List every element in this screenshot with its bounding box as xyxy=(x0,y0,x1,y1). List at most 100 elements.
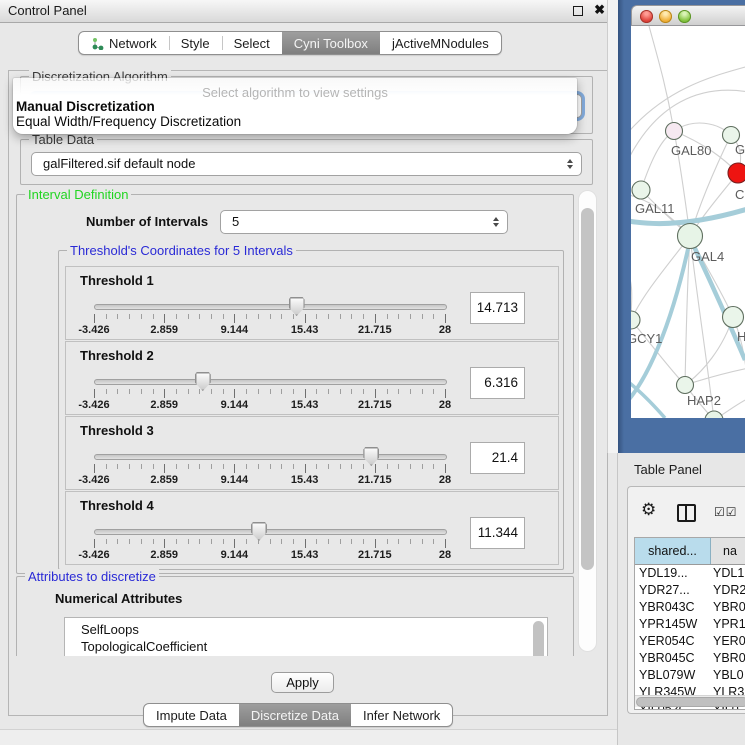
network-node-gcy1[interactable] xyxy=(631,311,640,329)
table-row[interactable]: YDR27...YDR2 xyxy=(635,582,745,599)
gear-icon[interactable]: ⚙ xyxy=(641,500,656,520)
table-row[interactable]: YDL19...YDL1 xyxy=(635,565,745,582)
threshold-3-value-field[interactable]: 21.4 xyxy=(470,442,525,474)
cell-name[interactable]: YBR0 xyxy=(711,650,745,667)
tick-mark xyxy=(234,464,235,473)
tab-cyni-toolbox[interactable]: Cyni Toolbox xyxy=(282,32,380,54)
network-node-gal11[interactable] xyxy=(632,181,650,199)
network-node-hap2[interactable] xyxy=(677,377,694,394)
tick-mark xyxy=(153,539,154,544)
cell-shared-name[interactable]: YBL079W xyxy=(635,667,711,684)
attribute-item-selfloops[interactable]: SelfLoops xyxy=(65,618,547,638)
tab-select[interactable]: Select xyxy=(222,32,282,54)
tab-impute-data[interactable]: Impute Data xyxy=(144,704,239,726)
table-row[interactable]: YBR045CYBR0 xyxy=(635,650,745,667)
apply-button[interactable]: Apply xyxy=(271,672,334,693)
network-node-gal4[interactable] xyxy=(678,224,703,249)
cell-name[interactable]: YER0 xyxy=(711,633,745,650)
threshold-1-slider-track[interactable] xyxy=(94,304,447,310)
tab-style[interactable]: Style xyxy=(169,32,222,54)
cell-name[interactable]: YPR1 xyxy=(711,616,745,633)
threshold-2-slider-track[interactable] xyxy=(94,379,447,385)
cell-name[interactable]: YBR0 xyxy=(711,599,745,616)
minimize-traffic-light-icon[interactable] xyxy=(659,10,672,23)
horizontal-scrollbar-track[interactable] xyxy=(635,695,745,707)
table-row[interactable]: YBR043CYBR0 xyxy=(635,599,745,616)
threshold-2-value-field[interactable]: 6.316 xyxy=(470,367,525,399)
cell-shared-name[interactable]: YER054C xyxy=(635,633,711,650)
network-canvas[interactable]: GAL80GACGAL11GAL4GCY1HHAP2 xyxy=(631,26,745,418)
network-node-gal80[interactable] xyxy=(666,123,683,140)
tick-mark xyxy=(281,389,282,394)
list-scrollbar-thumb[interactable] xyxy=(533,621,544,656)
tick-label: 15.43 xyxy=(291,324,319,336)
window-title: Control Panel xyxy=(8,3,87,18)
tick-mark xyxy=(316,389,317,394)
node-label-h: H xyxy=(737,329,745,344)
threshold-4-slider-track[interactable] xyxy=(94,529,447,535)
number-of-intervals-combobox[interactable]: 5 xyxy=(220,210,508,234)
tick-mark xyxy=(363,389,364,394)
column-header-shared[interactable]: shared... xyxy=(635,538,711,564)
cell-shared-name[interactable]: YBR045C xyxy=(635,650,711,667)
select-columns-icon[interactable]: ☑☑ xyxy=(714,505,738,519)
threshold-3-slider-track[interactable] xyxy=(94,454,447,460)
cell-name[interactable]: YDL1 xyxy=(711,565,745,582)
tick-mark xyxy=(258,464,259,469)
tick-mark xyxy=(398,539,399,544)
tab-discretize-data[interactable]: Discretize Data xyxy=(239,704,351,726)
tick-label: 9.144 xyxy=(221,399,249,411)
cell-shared-name[interactable]: YPR145W xyxy=(635,616,711,633)
table-row[interactable]: YBL079WYBL0 xyxy=(635,667,745,684)
tick-mark xyxy=(387,464,388,469)
algorithm-option-manual-discretization[interactable]: Manual Discretization xyxy=(16,99,155,114)
close-traffic-light-icon[interactable] xyxy=(640,10,653,23)
cell-shared-name[interactable]: YBR043C xyxy=(635,599,711,616)
tick-mark xyxy=(445,539,446,548)
network-node-c[interactable] xyxy=(728,163,745,183)
tick-mark xyxy=(141,539,142,544)
tick-mark xyxy=(293,389,294,394)
cell-shared-name[interactable]: YDL19... xyxy=(635,565,711,582)
numerical-attributes-list[interactable]: SelfLoopsTopologicalCoefficientBetweenne… xyxy=(64,617,548,656)
attribute-item-topologicalcoefficient[interactable]: TopologicalCoefficient xyxy=(65,638,547,655)
column-header-na[interactable]: na xyxy=(711,538,745,564)
tick-mark xyxy=(351,389,352,394)
threshold-1-value-field[interactable]: 14.713 xyxy=(470,292,525,324)
tab-jactivemnodules[interactable]: jActiveMNodules xyxy=(380,32,501,54)
attributes-group: Attributes to discretize Numerical Attri… xyxy=(16,576,574,656)
cell-name[interactable]: YDR2 xyxy=(711,582,745,599)
tick-label: 21.715 xyxy=(358,399,392,411)
number-of-intervals-label: Number of Intervals xyxy=(86,214,208,229)
tick-mark xyxy=(153,464,154,469)
network-node-h[interactable] xyxy=(723,307,744,328)
tick-label: 15.43 xyxy=(291,474,319,486)
tab-infer-network[interactable]: Infer Network xyxy=(351,704,452,726)
cell-name[interactable]: YBL0 xyxy=(711,667,745,684)
table-row[interactable]: YER054CYER0 xyxy=(635,633,745,650)
float-window-icon[interactable] xyxy=(573,6,583,16)
algorithm-option-equal-width-frequency-discretization[interactable]: Equal Width/Frequency Discretization xyxy=(16,114,241,129)
tick-mark xyxy=(141,389,142,394)
split-columns-icon[interactable] xyxy=(677,504,696,522)
vertical-scrollbar-thumb[interactable] xyxy=(581,208,594,570)
threshold-4-value-field[interactable]: 11.344 xyxy=(470,517,525,549)
tick-label: 15.43 xyxy=(291,399,319,411)
attribute-item-betweennesscentrality[interactable]: BetweennessCentrality xyxy=(65,655,547,656)
network-node-ga[interactable] xyxy=(723,127,740,144)
tick-mark xyxy=(375,314,376,323)
tick-mark xyxy=(375,389,376,398)
close-icon[interactable]: ✖ xyxy=(594,2,605,18)
cell-shared-name[interactable]: YDR27... xyxy=(635,582,711,599)
settings-scroll-area: Interval Definition Number of Intervals … xyxy=(14,186,578,656)
tick-mark xyxy=(410,389,411,394)
horizontal-scrollbar-thumb[interactable] xyxy=(636,697,745,707)
zoom-traffic-light-icon[interactable] xyxy=(678,10,691,23)
combo-stepper-icon xyxy=(493,217,499,227)
table-data-combobox[interactable]: galFiltered.sif default node xyxy=(31,152,582,176)
network-window-titlebar[interactable] xyxy=(631,5,745,26)
tick-mark xyxy=(328,389,329,394)
node-label-c: C xyxy=(735,187,744,202)
tab-network[interactable]: Network xyxy=(79,32,169,54)
table-row[interactable]: YPR145WYPR1 xyxy=(635,616,745,633)
